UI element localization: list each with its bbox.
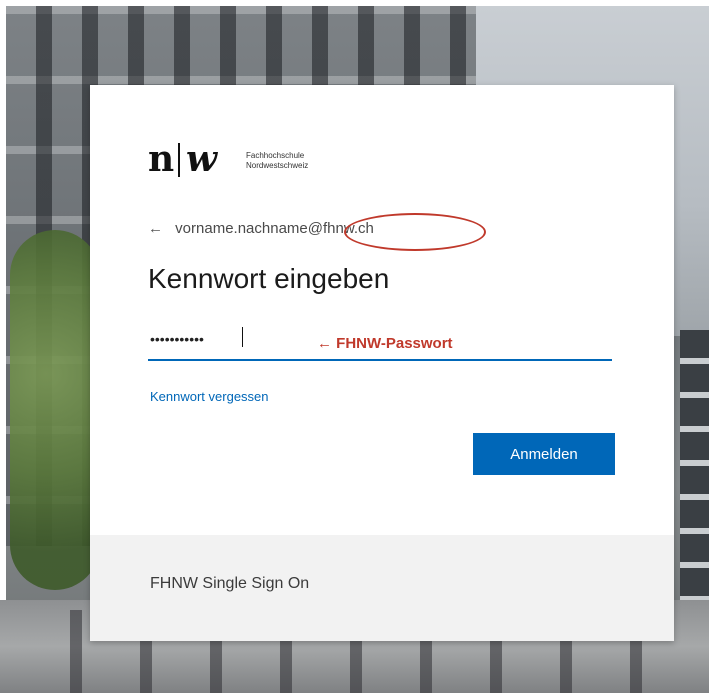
login-card: n w Fachhochschule Nordwestschweiz ← vor… [90,85,674,641]
password-annotation: ← FHNW-Passwort [317,335,453,352]
identity-row: ← vorname.nachname@fhnw.ch [148,220,374,237]
footer-text: FHNW Single Sign On [150,575,310,592]
logo-letter-w: w [186,138,217,180]
logo-line-2: Nordwestschweiz [246,161,309,170]
page-title: Kennwort eingeben [148,263,390,294]
background-right-building [680,330,709,630]
forgot-password-link[interactable]: Kennwort vergessen [150,389,269,404]
logo-letter-n: n [148,138,175,180]
arrow-left-icon[interactable]: ← [148,220,163,237]
logo-text: Fachhochschule Nordwestschweiz [246,151,308,171]
fhnw-logo: n w Fachhochschule Nordwestschweiz [148,137,408,181]
email-domain-highlight-circle [344,213,486,251]
signin-button[interactable]: Anmelden [473,433,615,475]
logo-line-1: Fachhochschule [246,151,305,160]
background-tree [10,230,100,590]
login-card-footer: FHNW Single Sign On [90,535,674,641]
password-value: ••••••••••• [150,331,204,347]
text-caret [242,327,243,347]
logo-divider [178,143,180,177]
login-card-body: n w Fachhochschule Nordwestschweiz ← vor… [90,85,674,535]
